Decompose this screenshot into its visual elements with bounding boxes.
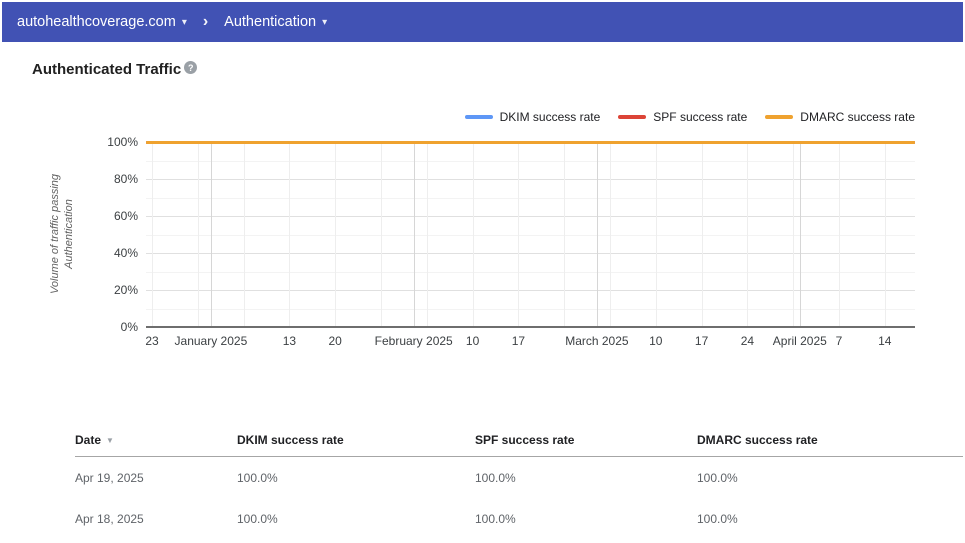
- x-tick-label: February 2025: [374, 334, 453, 348]
- x-tick-label: 10: [465, 334, 480, 348]
- gridline-week: [152, 142, 153, 327]
- cell-value: 100.0%: [237, 511, 278, 526]
- legend-label: DKIM success rate: [499, 110, 601, 124]
- cell-value: 100.0%: [697, 511, 738, 526]
- y-tick-label: 0%: [120, 320, 138, 334]
- gridline-week: [472, 142, 474, 327]
- column-header-dmarc[interactable]: DMARC success rate: [697, 433, 963, 447]
- page-title: Authenticated Traffic: [32, 61, 182, 78]
- series-line-dmarc: [146, 140, 915, 144]
- section-selector-label: Authentication: [224, 14, 317, 30]
- domain-selector-label: autohealthcoverage.com: [17, 14, 176, 30]
- gridline-week: [289, 142, 291, 327]
- cell-value: 100.0%: [475, 511, 516, 526]
- cell-value: 100.0%: [237, 470, 278, 485]
- legend-item-dmarc[interactable]: DMARC success rate: [765, 110, 915, 124]
- page-title-row: Authenticated Traffic ?: [32, 61, 198, 79]
- gridline-week: [335, 142, 337, 327]
- x-axis-line: [146, 326, 915, 328]
- app-header: autohealthcoverage.com ▾ › Authenticatio…: [2, 2, 963, 42]
- gridline-week: [793, 142, 795, 327]
- x-tick-label: 10: [649, 334, 663, 348]
- legend-swatch-spf: [618, 115, 647, 119]
- x-tick-label: 17: [511, 334, 526, 348]
- y-axis-title-line2: Authentication: [63, 199, 75, 269]
- x-tick-label: 14: [878, 334, 892, 348]
- gridline-week: [655, 142, 657, 327]
- x-tick-label: 20: [328, 334, 342, 348]
- x-tick-label: 13: [282, 334, 297, 348]
- section-selector[interactable]: Authentication ▾: [224, 14, 327, 30]
- x-tick-label: March 2025: [565, 334, 629, 348]
- gridline-month: [596, 142, 598, 327]
- gridline-month: [799, 142, 801, 327]
- gridline-week: [564, 142, 566, 327]
- domain-selector[interactable]: autohealthcoverage.com ▾: [17, 14, 187, 30]
- y-tick-label: 20%: [113, 283, 138, 297]
- gridline-week: [839, 142, 840, 327]
- y-tick-label: 100%: [107, 135, 138, 149]
- legend-label: DMARC success rate: [800, 110, 915, 124]
- legend-item-spf[interactable]: SPF success rate: [618, 110, 747, 124]
- column-header-label: DKIM success rate: [237, 433, 344, 447]
- column-header-label: DMARC success rate: [697, 433, 818, 447]
- help-icon[interactable]: ?: [184, 61, 198, 74]
- breadcrumb-separator-icon: ›: [202, 13, 209, 30]
- x-tick-label: 24: [740, 334, 755, 348]
- chevron-down-icon: ▾: [181, 16, 187, 28]
- gridline-week: [197, 142, 199, 327]
- cell-value: 100.0%: [697, 470, 738, 485]
- gridline-month: [210, 142, 212, 327]
- table-body: Apr 19, 2025 100.0% 100.0% 100.0% Apr 18, 20…: [75, 457, 963, 539]
- legend-item-dkim[interactable]: DKIM success rate: [464, 110, 601, 124]
- gridline-week: [610, 142, 611, 327]
- y-tick-label: 80%: [113, 172, 138, 186]
- sort-descending-icon: ▼: [106, 436, 114, 445]
- chart-plot-area[interactable]: [146, 140, 915, 328]
- cell-date: Apr 19, 2025: [75, 470, 144, 485]
- y-tick-label: 60%: [113, 209, 138, 223]
- gridline-week: [747, 142, 749, 327]
- gridline-week: [426, 142, 428, 327]
- gridline-week: [381, 142, 382, 327]
- x-tick-label: January 2025: [174, 334, 248, 348]
- column-header-dkim[interactable]: DKIM success rate: [237, 433, 475, 447]
- legend-label: SPF success rate: [653, 110, 748, 124]
- column-header-label: SPF success rate: [475, 433, 575, 447]
- table-row: Apr 18, 2025 100.0% 100.0% 100.0%: [75, 498, 963, 539]
- table-row: Apr 19, 2025 100.0% 100.0% 100.0%: [75, 457, 963, 498]
- gridline-month: [413, 142, 415, 327]
- chart-legend: DKIM success rate SPF success rate DMARC s…: [464, 110, 915, 124]
- table-header-row: Date ▼ DKIM success rate SPF success rate DM…: [75, 424, 963, 457]
- legend-swatch-dkim: [464, 115, 493, 119]
- column-header-date[interactable]: Date ▼: [75, 433, 237, 447]
- x-tick-label: 7: [835, 334, 843, 348]
- y-axis-title-line1: Volume of traffic passing: [49, 173, 61, 295]
- x-tick-label: 17: [694, 334, 709, 348]
- postmaster-dashboard: autohealthcoverage.com ▾ › Authenticatio…: [0, 0, 965, 543]
- column-header-spf[interactable]: SPF success rate: [475, 433, 697, 447]
- gridline-week: [884, 142, 886, 327]
- y-tick-label: 40%: [113, 246, 138, 260]
- data-table: Date ▼ DKIM success rate SPF success rate DM…: [75, 424, 963, 539]
- x-tick-label: 23: [145, 334, 159, 348]
- gridline-week: [518, 142, 520, 327]
- cell-value: 100.0%: [475, 470, 516, 485]
- y-axis-title: Volume of traffic passing Authentication: [48, 174, 76, 294]
- x-tick-label: April 2025: [772, 334, 827, 348]
- column-header-label: Date: [75, 433, 102, 447]
- legend-swatch-dmarc: [765, 115, 794, 119]
- cell-date: Apr 18, 2025: [75, 511, 144, 526]
- gridline-week: [243, 142, 245, 327]
- chevron-down-icon: ▾: [322, 16, 328, 28]
- gridline-week: [701, 142, 703, 327]
